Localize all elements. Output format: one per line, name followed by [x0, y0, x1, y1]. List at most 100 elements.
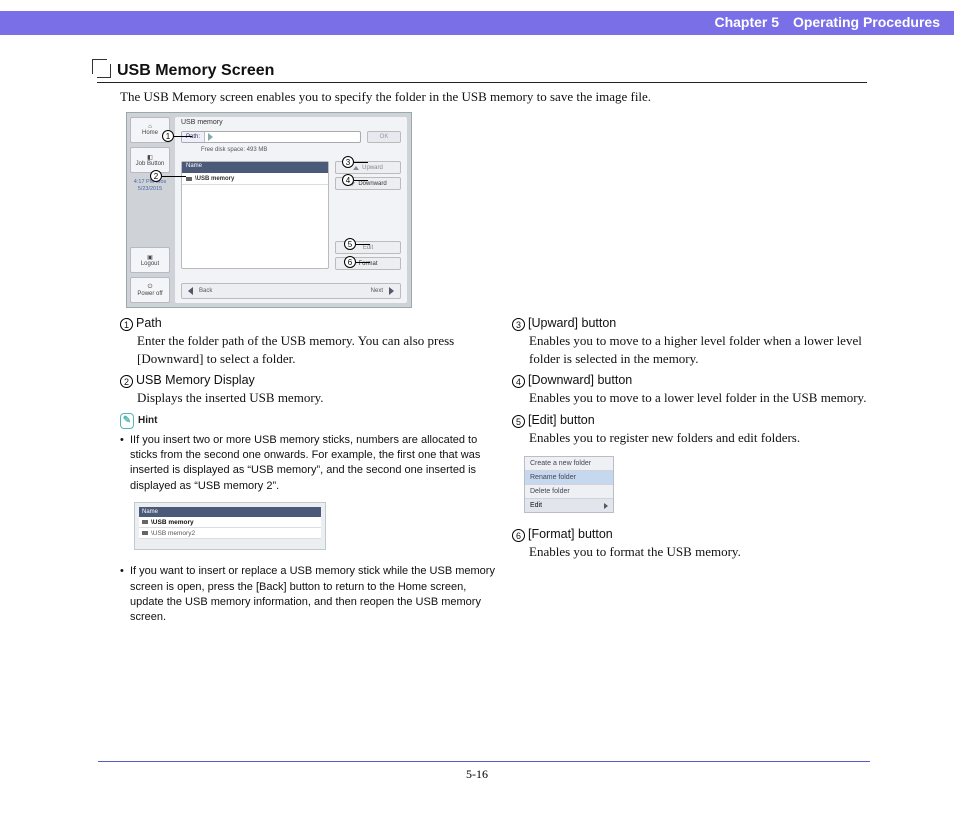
item-1: 1Path Enter the folder path of the USB m… [120, 316, 498, 367]
left-column: 1Path Enter the folder path of the USB m… [120, 316, 498, 626]
path-input: Path: [181, 131, 361, 143]
menu-delete-folder: Delete folder [525, 485, 613, 499]
item-5-num: 5 [512, 415, 525, 428]
next-arrow-icon [389, 287, 394, 295]
menu-rename-folder: Rename folder [525, 471, 613, 485]
item-6-title: [Format] button [528, 527, 613, 541]
fig2-row1-label: \USB memory [151, 519, 194, 526]
time-line1: 4:17 PM Mos [134, 179, 166, 185]
panel-title: USB memory [181, 119, 223, 126]
up-arrow-icon [353, 166, 359, 170]
job-label: Job Button [136, 161, 165, 167]
screenshot-sidebar: ⌂Home ◧Job Button 4:17 PM Mos5/23/2015 ▣… [130, 117, 170, 303]
section-title: USB Memory Screen [117, 62, 274, 80]
item-6-body: Enables you to format the USB memory. [529, 543, 890, 561]
home-label: Home [142, 130, 158, 136]
screenshot-panel: USB memory Path: OK Free disk space: 493… [175, 117, 407, 303]
fig2-row-1: \USB memory [139, 517, 321, 528]
section-marker-icon [97, 64, 111, 78]
usb-icon [186, 177, 192, 181]
menu-edit-row: Edit [525, 499, 613, 512]
item-4-title: [Downward] button [528, 373, 632, 387]
edit-label: Edit [363, 245, 373, 251]
downward-label: Downward [358, 181, 386, 187]
power-label: Power off [137, 291, 162, 297]
right-column: 3[Upward] button Enables you to move to … [512, 316, 890, 567]
item-2-num: 2 [120, 375, 133, 388]
poweroff-button: ⏻Power off [130, 277, 170, 303]
menu-arrow-icon [604, 503, 608, 509]
time-line2: 5/23/2015 [138, 186, 162, 192]
item-5-body: Enables you to register new folders and … [529, 429, 890, 447]
logout-label: Logout [141, 261, 159, 267]
item-1-title: Path [136, 316, 162, 330]
callout-6: 6 [344, 256, 356, 268]
chapter-title: Operating Procedures [793, 14, 940, 30]
time-display: 4:17 PM Mos5/23/2015 [130, 179, 170, 193]
callout-1: 1 [162, 130, 174, 142]
item-3: 3[Upward] button Enables you to move to … [512, 316, 890, 367]
fig2-row-2: \USB memory2 [139, 528, 321, 539]
item-4-num: 4 [512, 375, 525, 388]
item-2-title: USB Memory Display [136, 373, 255, 387]
usb-icon [142, 531, 148, 535]
menu-edit-label: Edit [530, 502, 542, 509]
hint-label: Hint [138, 415, 157, 426]
callout-5-lead [356, 244, 370, 245]
path-label: Path: [182, 132, 205, 142]
section-underline [97, 82, 867, 83]
item-6-num: 6 [512, 529, 525, 542]
item-1-body: Enter the folder path of the USB memory.… [137, 332, 498, 367]
ok-button: OK [367, 131, 401, 143]
item-6: 6[Format] button Enables you to format t… [512, 527, 890, 561]
back-arrow-icon [188, 287, 193, 295]
footer-rule [98, 761, 870, 763]
next-label: Next [371, 288, 383, 294]
chapter-number: Chapter 5 [714, 14, 779, 30]
chapter-header: Chapter 5 Operating Procedures [0, 11, 954, 35]
callout-2: 2 [150, 170, 162, 182]
edit-popup-figure: Create a new folder Rename folder Delete… [524, 456, 614, 513]
hint-row: ✎ Hint [120, 413, 498, 429]
chapter-header-text: Chapter 5 Operating Procedures [714, 14, 940, 30]
page-number: 5-16 [0, 767, 954, 782]
usb-icon [142, 520, 148, 524]
item-2-body: Displays the inserted USB memory. [137, 389, 498, 407]
item-1-num: 1 [120, 318, 133, 331]
item-3-body: Enables you to move to a higher level fo… [529, 332, 890, 367]
callout-1-lead [174, 136, 192, 137]
callout-5: 5 [344, 238, 356, 250]
bottom-bar: Back Next [181, 283, 401, 299]
callout-4-lead [354, 180, 368, 181]
fig2-header: Name [139, 507, 321, 517]
upward-label: Upward [362, 165, 383, 171]
item-3-num: 3 [512, 318, 525, 331]
menu-create-folder: Create a new folder [525, 457, 613, 471]
item-3-title: [Upward] button [528, 316, 616, 330]
callout-6-lead [356, 262, 370, 263]
hint-bullet-2: If you want to insert or replace a USB m… [120, 564, 498, 626]
logout-button: ▣Logout [130, 247, 170, 273]
item-4: 4[Downward] button Enables you to move t… [512, 373, 890, 407]
callout-3: 3 [342, 156, 354, 168]
fig2-row2-label: \USB memory2 [151, 530, 195, 537]
memory-list: Name \USB memory [181, 161, 329, 269]
item-4-body: Enables you to move to a lower level fol… [529, 389, 890, 407]
hint-icon: ✎ [120, 413, 134, 429]
section-intro: The USB Memory screen enables you to spe… [120, 89, 651, 105]
callout-3-lead [354, 162, 368, 163]
hint-bullet-1: IIf you insert two or more USB memory st… [120, 433, 498, 495]
item-5-title: [Edit] button [528, 413, 595, 427]
list-row-label: \USB memory [195, 176, 234, 182]
back-label: Back [199, 288, 212, 294]
usb-list-figure: Name \USB memory \USB memory2 [134, 502, 326, 550]
callout-4: 4 [342, 174, 354, 186]
item-2: 2USB Memory Display Displays the inserte… [120, 373, 498, 407]
path-arrow-icon [208, 133, 213, 141]
list-row-usb: \USB memory [182, 173, 328, 185]
item-5: 5[Edit] button Enables you to register n… [512, 413, 890, 447]
free-space-text: Free disk space: 493 MB [201, 147, 267, 153]
list-header: Name [182, 162, 328, 173]
job-button: ◧Job Button [130, 147, 170, 173]
callout-2-lead [162, 176, 186, 177]
